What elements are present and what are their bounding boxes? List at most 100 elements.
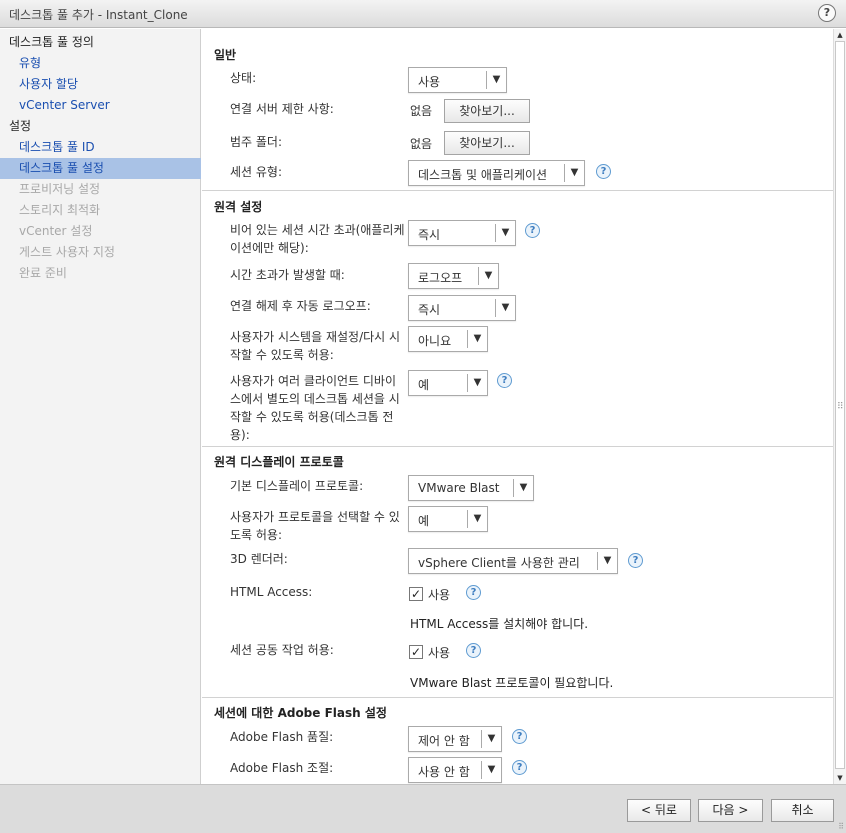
chevron-down-icon: ▼ — [597, 552, 617, 570]
chevron-down-icon: ▼ — [564, 164, 584, 182]
when-timeout-value: 로그오프 — [418, 271, 463, 285]
section-title-display-protocol: 원격 디스플레이 프로토콜 — [214, 455, 344, 469]
sidebar-item-pool-id[interactable]: 데스크톱 풀 ID — [0, 137, 201, 158]
default-protocol-select[interactable]: VMware Blast ▼ — [408, 475, 534, 501]
next-button[interactable]: 다음 > — [698, 799, 763, 822]
flash-title-strong: Adobe Flash — [277, 706, 361, 720]
state-label: 상태: — [230, 71, 257, 85]
flash-quality-select[interactable]: 제어 안 함 ▼ — [408, 726, 502, 752]
scroll-down-icon[interactable]: ▼ — [834, 772, 846, 784]
state-select-value: 사용 — [418, 75, 441, 89]
section-divider — [202, 697, 833, 698]
chevron-down-icon: ▼ — [467, 330, 487, 348]
category-folder-label: 범주 폴더: — [230, 135, 283, 149]
renderer-label: 3D 렌더러: — [230, 552, 288, 566]
allow-separate-help-icon[interactable]: ? — [497, 373, 512, 388]
empty-session-timeout-value: 즉시 — [418, 228, 441, 242]
sidebar-item-vcenter-settings: vCenter 설정 — [19, 224, 93, 238]
chevron-down-icon: ▼ — [481, 730, 501, 748]
flash-title-prefix: 세션에 대한 — [214, 706, 278, 720]
auto-logoff-select[interactable]: 즉시 ▼ — [408, 295, 516, 321]
category-folder-value: 없음 — [410, 137, 433, 151]
state-select[interactable]: 사용 ▼ — [408, 67, 507, 93]
section-title-general: 일반 — [214, 48, 237, 62]
sidebar-item-user-assignment[interactable]: 사용자 할당 — [0, 74, 201, 95]
flash-throttling-label: Adobe Flash 조절: — [230, 761, 334, 775]
sidebar-item-guest-customization: 게스트 사용자 지정 — [19, 245, 115, 259]
sidebar-section-pool-definition: 데스크톱 풀 정의 — [9, 35, 94, 49]
allow-choose-protocol-label: 사용자가 프로토콜을 선택할 수 있도록 허용: — [230, 510, 400, 542]
auto-logoff-label: 연결 해제 후 자동 로그오프: — [230, 299, 371, 313]
session-collab-label: 세션 공동 작업 허용: — [230, 643, 334, 657]
chevron-down-icon: ▼ — [495, 224, 515, 242]
html-access-checkbox-label: 사용 — [428, 588, 451, 602]
chevron-down-icon: ▼ — [467, 510, 487, 528]
sidebar-item-vcenter-server[interactable]: vCenter Server — [0, 95, 201, 116]
session-type-help-icon[interactable]: ? — [596, 164, 611, 179]
chevron-down-icon: ▼ — [478, 267, 498, 285]
allow-choose-protocol-select[interactable]: 예 ▼ — [408, 506, 488, 532]
session-collab-checkbox-label: 사용 — [428, 646, 451, 660]
wizard-footer: < 뒤로 다음 > 취소 ⠿ — [0, 784, 846, 833]
flash-quality-value: 제어 안 함 — [418, 734, 470, 748]
resize-corner-icon[interactable]: ⠿ — [838, 822, 844, 831]
allow-reset-select[interactable]: 아니요 ▼ — [408, 326, 488, 352]
html-access-checkbox[interactable]: ✓ — [409, 587, 423, 601]
section-title-adobe-flash: 세션에 대한 Adobe Flash 설정 — [214, 704, 387, 721]
empty-session-timeout-help-icon[interactable]: ? — [525, 223, 540, 238]
default-protocol-value: VMware Blast — [418, 481, 500, 495]
flash-title-suffix: 설정 — [360, 706, 387, 720]
category-folder-browse-button[interactable]: 찾아보기... — [444, 131, 530, 155]
chevron-down-icon: ▼ — [495, 299, 515, 317]
flash-quality-help-icon[interactable]: ? — [512, 729, 527, 744]
session-collab-help-icon[interactable]: ? — [466, 643, 481, 658]
html-access-note: HTML Access를 설치해야 합니다. — [410, 617, 589, 631]
allow-reset-value: 아니요 — [418, 334, 452, 348]
flash-throttling-select[interactable]: 사용 안 함 ▼ — [408, 757, 502, 783]
default-protocol-label: 기본 디스플레이 프로토콜: — [230, 479, 364, 493]
section-divider — [202, 190, 833, 191]
allow-separate-value: 예 — [418, 378, 430, 392]
section-title-remote: 원격 설정 — [214, 200, 263, 214]
section-divider — [202, 446, 833, 447]
allow-separate-select[interactable]: 예 ▼ — [408, 370, 488, 396]
chevron-down-icon: ▼ — [486, 71, 506, 89]
splitter-grip-icon[interactable]: ⠿ — [837, 403, 844, 418]
allow-choose-protocol-value: 예 — [418, 514, 430, 528]
conn-server-limit-value: 없음 — [410, 104, 433, 118]
wizard-sidebar: 데스크톱 풀 정의 유형 사용자 할당 vCenter Server 설정 데스… — [0, 29, 201, 784]
help-icon[interactable]: ? — [818, 4, 836, 22]
chevron-down-icon: ▼ — [467, 374, 487, 392]
sidebar-item-pool-settings[interactable]: 데스크톱 풀 설정 — [0, 158, 201, 179]
conn-server-browse-button[interactable]: 찾아보기... — [444, 99, 530, 123]
empty-session-timeout-select[interactable]: 즉시 ▼ — [408, 220, 516, 246]
session-type-select[interactable]: 데스크톱 및 애플리케이션 ▼ — [408, 160, 585, 186]
session-collab-note: VMware Blast 프로토콜이 필요합니다. — [410, 676, 614, 690]
sidebar-item-ready-to-complete: 완료 준비 — [19, 266, 67, 280]
sidebar-section-settings: 설정 — [9, 119, 32, 133]
window-title: 데스크톱 풀 추가 - Instant_Clone — [9, 8, 188, 22]
renderer-select[interactable]: vSphere Client를 사용한 관리 ▼ — [408, 548, 618, 574]
session-type-select-value: 데스크톱 및 애플리케이션 — [418, 168, 548, 182]
session-collab-checkbox[interactable]: ✓ — [409, 645, 423, 659]
renderer-value: vSphere Client를 사용한 관리 — [418, 556, 580, 570]
flash-throttling-help-icon[interactable]: ? — [512, 760, 527, 775]
scroll-up-icon[interactable]: ▲ — [834, 29, 846, 41]
flash-throttling-value: 사용 안 함 — [418, 765, 470, 779]
chevron-down-icon: ▼ — [513, 479, 533, 497]
html-access-help-icon[interactable]: ? — [466, 585, 481, 600]
session-type-label: 세션 유형: — [230, 165, 283, 179]
sidebar-item-storage-optimization: 스토리지 최적화 — [19, 203, 101, 217]
back-button[interactable]: < 뒤로 — [627, 799, 691, 822]
window-titlebar: 데스크톱 풀 추가 - Instant_Clone ? — [0, 0, 846, 28]
settings-panel: 일반 상태: 사용 ▼ 연결 서버 제한 사항: 없음 찾아보기... 범주 폴… — [202, 29, 833, 784]
renderer-help-icon[interactable]: ? — [628, 553, 643, 568]
cancel-button[interactable]: 취소 — [771, 799, 834, 822]
when-timeout-select[interactable]: 로그오프 ▼ — [408, 263, 499, 289]
sidebar-item-provisioning: 프로비저닝 설정 — [19, 182, 101, 196]
empty-session-timeout-label: 비어 있는 세션 시간 초과(애플리케이션에만 해당): — [230, 223, 405, 255]
flash-quality-label: Adobe Flash 품질: — [230, 730, 334, 744]
sidebar-item-type[interactable]: 유형 — [0, 53, 201, 74]
auto-logoff-value: 즉시 — [418, 303, 441, 317]
allow-separate-label: 사용자가 여러 클라이언트 디바이스에서 별도의 데스크톱 세션을 시작할 수 … — [230, 374, 400, 442]
